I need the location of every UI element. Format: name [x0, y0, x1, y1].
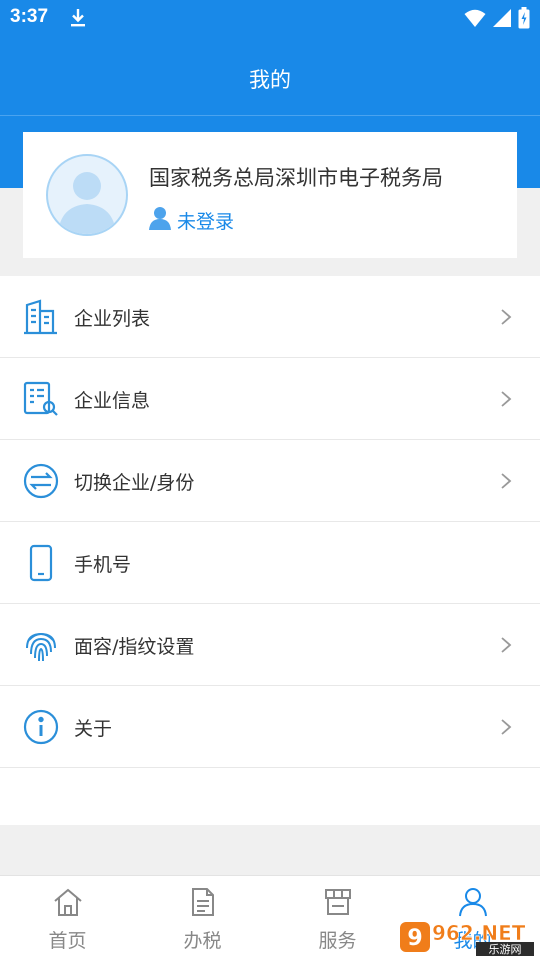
menu-item-label: 关于 — [74, 718, 113, 740]
tab-home[interactable]: 首页 — [0, 876, 135, 960]
tab-label: 首页 — [48, 930, 87, 952]
tab-label: 服务 — [318, 930, 357, 952]
store-icon — [322, 886, 354, 922]
menu-item-label: 面容/指纹设置 — [74, 636, 195, 658]
menu-item-switch-identity[interactable]: 切换企业/身份 — [0, 440, 540, 522]
fingerprint-icon — [22, 626, 60, 664]
battery-icon — [518, 7, 530, 33]
menu-item-biometric-settings[interactable]: 面容/指纹设置 — [0, 604, 540, 686]
menu-item-label: 企业信息 — [74, 390, 151, 412]
menu-item-company-info[interactable]: 企业信息 — [0, 358, 540, 440]
download-icon — [68, 7, 88, 33]
chevron-right-icon — [500, 308, 512, 330]
chevron-right-icon — [500, 718, 512, 740]
tax-document-icon — [187, 886, 219, 922]
settings-menu: 企业列表 企业信息 切换企业/身份 手机号 面容/指纹设置 关于 — [0, 276, 540, 825]
watermark-subtitle: 乐游网 — [489, 943, 522, 956]
menu-item-label: 切换企业/身份 — [74, 472, 195, 494]
avatar[interactable] — [46, 154, 128, 236]
menu-item-company-list[interactable]: 企业列表 — [0, 276, 540, 358]
login-status-text: 未登录 — [177, 210, 235, 233]
home-icon — [52, 886, 84, 922]
chevron-right-icon — [500, 636, 512, 658]
status-icons — [464, 7, 530, 33]
tab-service[interactable]: 服务 — [270, 876, 405, 960]
status-time: 3:37 — [10, 6, 49, 27]
menu-item-label: 企业列表 — [74, 308, 151, 330]
bottom-tab-bar: 首页 办税 服务 我的 9 962.NET 乐游网 — [0, 875, 540, 960]
menu-item-label: 手机号 — [74, 554, 132, 576]
menu-item-phone[interactable]: 手机号 — [0, 522, 540, 604]
watermark-logo: 9 962.NET 乐游网 — [398, 908, 536, 956]
wifi-icon — [464, 8, 486, 32]
menu-item-about[interactable]: 关于 — [0, 686, 540, 768]
default-avatar-icon — [58, 172, 116, 234]
signal-icon — [492, 8, 512, 32]
top-nav-bar: 我的 — [0, 36, 540, 116]
svg-text:9: 9 — [407, 926, 422, 951]
status-bar: 3:37 — [0, 0, 540, 36]
login-status[interactable]: 未登录 — [149, 206, 234, 234]
page-title: 我的 — [249, 68, 291, 92]
profile-card[interactable]: 国家税务总局深圳市电子税务局 未登录 — [23, 132, 517, 258]
info-icon — [22, 708, 60, 746]
document-search-icon — [22, 380, 60, 418]
switch-icon — [22, 462, 60, 500]
tab-tax[interactable]: 办税 — [135, 876, 270, 960]
user-icon — [149, 206, 171, 234]
building-icon — [22, 298, 60, 336]
chevron-right-icon — [500, 472, 512, 494]
watermark-brand: 962.NET — [432, 921, 526, 945]
phone-icon — [22, 544, 60, 582]
chevron-right-icon — [500, 390, 512, 412]
organization-name: 国家税务总局深圳市电子税务局 — [149, 166, 443, 190]
tab-label: 办税 — [183, 930, 222, 952]
